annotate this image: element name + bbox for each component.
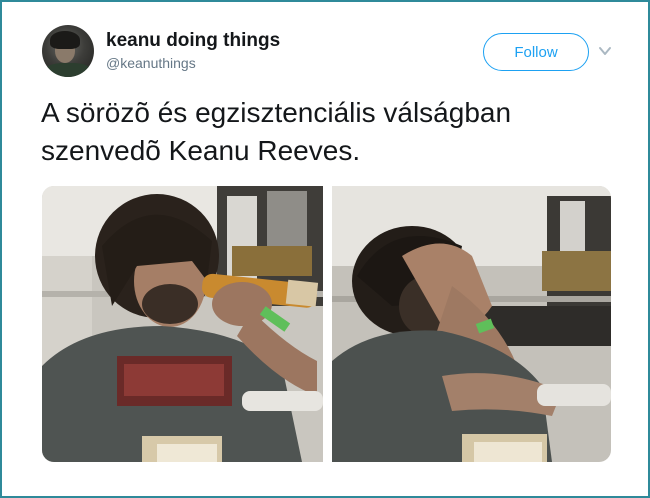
tweet-text: A sörözõ és egzisztenciális válságban sz…	[41, 97, 512, 166]
tweet-card: keanu doing things @keanuthings Follow A…	[0, 0, 650, 498]
avatar-hair	[50, 31, 80, 49]
chevron-down-icon[interactable]	[598, 44, 612, 58]
photo-head-in-hands[interactable]	[332, 186, 611, 462]
photo-drinking-beer-image	[42, 186, 323, 462]
author-handle[interactable]: @keanuthings	[106, 55, 196, 71]
photo-drinking-beer[interactable]	[42, 186, 323, 462]
avatar-shirt	[44, 63, 92, 77]
author-display-name[interactable]: keanu doing things	[106, 30, 280, 52]
photo-head-in-hands-image	[332, 186, 611, 462]
follow-button[interactable]: Follow	[483, 33, 589, 71]
avatar[interactable]	[42, 25, 94, 77]
